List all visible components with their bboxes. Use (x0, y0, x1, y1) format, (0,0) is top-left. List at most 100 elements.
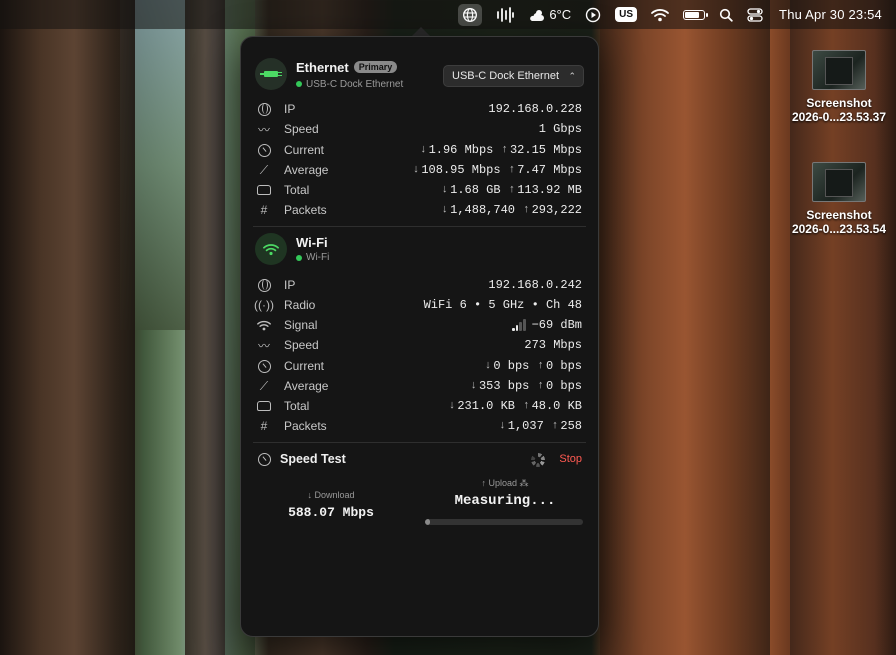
download-value: 1.68 GB (450, 183, 501, 197)
weather-temperature: 6°C (549, 7, 572, 22)
row-label: IP (284, 102, 296, 116)
small-spinner-icon: ⁂ (517, 478, 529, 488)
download-value: 0 bps (493, 359, 530, 373)
ethernet-speed-row: 〰 Speed 1 Gbps (257, 119, 582, 139)
down-arrow-icon: ↓ (441, 184, 449, 196)
download-value: 1,037 (507, 419, 544, 433)
section-divider (253, 442, 586, 443)
download-speed: 588.07 Mbps (288, 505, 374, 520)
stop-button[interactable]: Stop (559, 453, 582, 465)
up-arrow-icon: ↑ (522, 204, 530, 216)
ethernet-subtitle: USB-C Dock Ethernet (306, 78, 404, 90)
ethernet-title: Ethernet (296, 59, 349, 75)
wallpaper-trunk (600, 0, 770, 655)
row-label: Total (284, 399, 310, 413)
upload-status: Measuring... (454, 493, 556, 509)
up-arrow-icon: ↑ (508, 184, 516, 196)
down-arrow-icon: ↓ (470, 380, 477, 392)
download-label: Download (314, 490, 355, 500)
row-label: Packets (284, 419, 327, 433)
globe-icon (257, 278, 271, 292)
upload-value: 7.47 Mbps (517, 163, 582, 177)
wifi-signal-icon (257, 318, 271, 332)
number-icon: # (260, 203, 268, 217)
down-arrow-icon: ↓ (441, 204, 449, 216)
row-label: Total (284, 183, 310, 197)
speed-test-header: Speed Test (257, 452, 346, 466)
interface-dropdown[interactable]: USB-C Dock Ethernet ⌃ (443, 65, 584, 87)
upload-progress-fill (425, 519, 430, 525)
ethernet-ip-row: IP 192.168.0.228 (257, 99, 582, 119)
primary-badge: Primary (353, 60, 398, 73)
globe-icon (257, 102, 271, 116)
row-value: 1 Gbps (538, 122, 582, 136)
up-arrow-icon: ↑ (508, 164, 516, 176)
wifi-subtitle: Wi-Fi (306, 252, 330, 263)
interface-dropdown-value: USB-C Dock Ethernet (452, 70, 559, 82)
download-value: 231.0 KB (457, 399, 515, 413)
upload-value: 113.92 MB (517, 183, 582, 197)
speed-test-title: Speed Test (280, 452, 346, 466)
gauge-icon (257, 452, 271, 466)
row-label: Speed (284, 122, 319, 136)
upload-value: 258 (560, 419, 582, 433)
download-value: 353 bps (478, 379, 530, 393)
download-value: 1,488,740 (450, 203, 515, 217)
up-arrow-icon: ↑ (501, 144, 508, 156)
control-center-icon[interactable] (747, 4, 763, 26)
loading-spinner-icon (531, 453, 545, 467)
desktop-file[interactable]: Screenshot 2026-0...23.53.37 (784, 50, 894, 124)
signal-bar (523, 319, 526, 331)
file-name-line1: Screenshot (806, 96, 872, 110)
signal-bars-icon (511, 319, 526, 331)
ethernet-packets-row: # Packets ↓ 1,488,740 ↑ 293,222 (257, 200, 582, 220)
file-name-line1: Screenshot (806, 208, 872, 222)
row-value: −69 dBm (531, 318, 582, 332)
row-label: Radio (284, 298, 316, 312)
file-name-line2: 2026-0...23.53.37 (791, 110, 887, 124)
weather-item[interactable]: 6°C (528, 4, 571, 26)
download-result: ↓ Download 588.07 Mbps (276, 490, 386, 520)
down-arrow-icon: ↓ (419, 144, 427, 156)
wave-icon: 〰 (257, 338, 270, 353)
keyboard-input-source[interactable]: US (615, 4, 638, 26)
wifi-signal-row: Signal −69 dBm (257, 315, 582, 335)
down-arrow-icon: ↓ (448, 400, 456, 412)
wifi-packets-row: # Packets ↓ 1,037 ↑ 258 (257, 416, 582, 436)
upload-value: 48.0 KB (531, 399, 582, 413)
number-icon: # (260, 419, 268, 433)
gauge-icon (257, 359, 271, 373)
wallpaper-trunk (0, 0, 135, 655)
battery-icon[interactable] (683, 4, 709, 26)
desktop-file[interactable]: Screenshot 2026-0...23.53.54 (784, 162, 894, 236)
wifi-total-row: Total ↓ 231.0 KB ↑ 48.0 KB (257, 396, 582, 416)
input-source-badge: US (615, 7, 638, 22)
menubar-clock[interactable]: Thu Apr 30 23:54 (779, 7, 882, 22)
network-monitor-menu-icon[interactable] (458, 3, 483, 26)
wifi-icon[interactable] (651, 4, 669, 26)
antenna-icon: ((·)) (254, 298, 274, 312)
wifi-speed-row: 〰 Speed 273 Mbps (257, 335, 582, 355)
upload-result: ↑ Upload ⁂ Measuring... (425, 478, 585, 509)
menu-bar: 6°C US Thu Apr 30 23:54 (0, 0, 896, 29)
search-icon[interactable] (719, 4, 733, 26)
gauge-icon (257, 143, 271, 157)
upload-progress-bar (425, 519, 583, 525)
file-thumbnail (812, 50, 866, 90)
row-value: 192.168.0.228 (488, 102, 582, 116)
chart-trend-icon: ⟋ (259, 378, 269, 393)
section-divider (253, 226, 586, 227)
drive-icon (257, 183, 271, 197)
row-label: IP (284, 278, 296, 292)
play-icon[interactable] (585, 4, 601, 26)
signal-bar (515, 324, 519, 331)
row-value: WiFi 6 • 5 GHz • Ch 48 (423, 298, 582, 312)
row-label: Signal (284, 318, 318, 332)
down-arrow-icon: ↓ (499, 420, 506, 432)
down-arrow-icon: ↓ (484, 360, 492, 372)
signal-bar (512, 327, 515, 331)
popover-caret (412, 27, 430, 36)
up-arrow-icon: ↑ (537, 380, 544, 392)
audio-waveform-icon[interactable] (496, 4, 515, 26)
wifi-ip-row: IP 192.168.0.242 (257, 275, 582, 295)
